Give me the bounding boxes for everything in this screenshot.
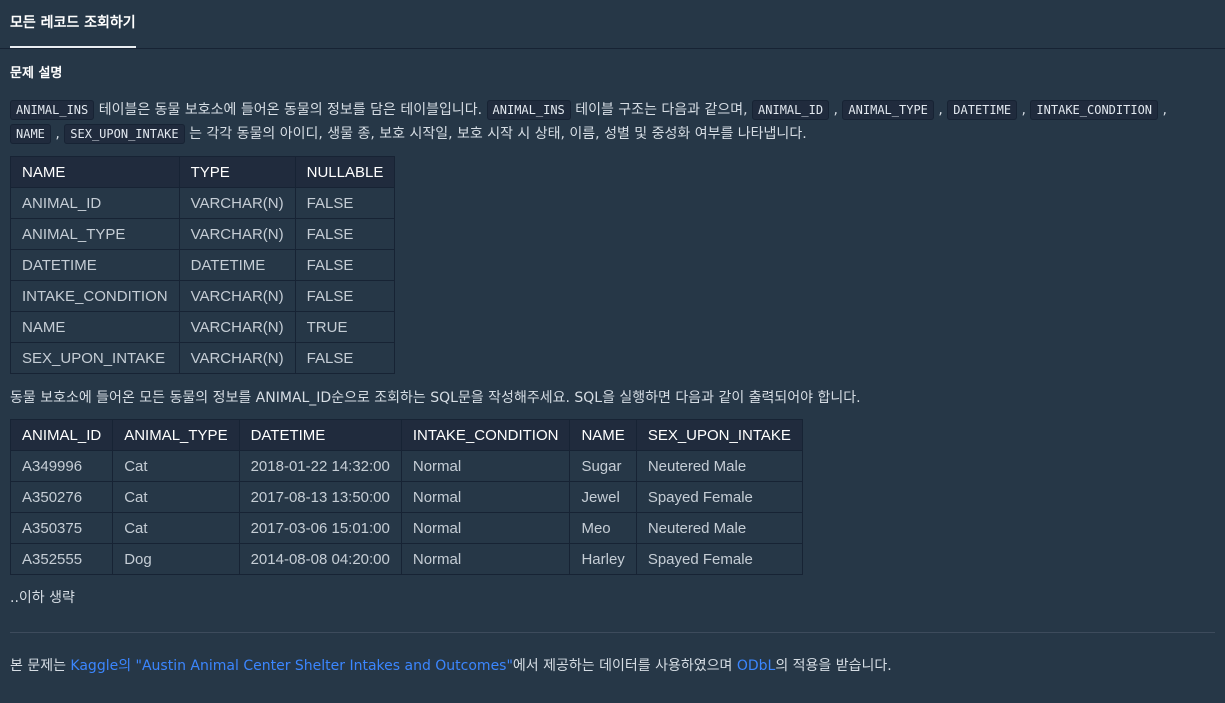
schema-row: DATETIME DATETIME FALSE — [10, 249, 396, 281]
code-intake-condition: INTAKE_CONDITION — [1030, 100, 1159, 120]
desc-text-2: 테이블 구조는 다음과 같으며, — [570, 102, 753, 118]
result-cell: 2014-08-08 04:20:00 — [238, 543, 402, 575]
schema-cell: FALSE — [294, 342, 396, 374]
schema-header-row: NAME TYPE NULLABLE — [10, 156, 396, 188]
result-cell: 2017-03-06 15:01:00 — [238, 512, 402, 544]
odbl-link[interactable]: ODbL — [737, 658, 776, 674]
schema-body: ANIMAL_ID VARCHAR(N) FALSE ANIMAL_TYPE VARCH… — [10, 187, 396, 374]
schema-row: SEX_UPON_INTAKE VARCHAR(N) FALSE — [10, 342, 396, 374]
desc-sep: , — [1017, 102, 1031, 118]
schema-cell: INTAKE_CONDITION — [10, 280, 180, 312]
desc-sep: , — [50, 126, 65, 142]
schema-table: NAME TYPE NULLABLE ANIMAL_ID VARCHAR(N) FA… — [10, 156, 396, 374]
problem-content: 문제 설명 ANIMAL_INS 테이블은 동물 보호소에 들어온 동물의 정보… — [0, 64, 1225, 676]
schema-cell: TRUE — [294, 311, 396, 343]
schema-cell: FALSE — [294, 280, 396, 312]
result-cell: Spayed Female — [635, 481, 803, 513]
result-cell: Cat — [112, 481, 240, 513]
footer-suffix: 의 적용을 받습니다. — [775, 658, 892, 674]
footer-license: 본 문제는 Kaggle의 "Austin Animal Center Shel… — [10, 656, 1215, 676]
result-cell: Cat — [112, 450, 240, 482]
kaggle-link[interactable]: Kaggle의 "Austin Animal Center Shelter In… — [70, 658, 513, 674]
desc-text-1: 테이블은 동물 보호소에 들어온 동물의 정보를 담은 테이블입니다. — [94, 102, 487, 118]
result-header-cell: NAME — [569, 419, 637, 451]
schema-cell: DATETIME — [10, 249, 180, 281]
schema-cell: ANIMAL_TYPE — [10, 218, 180, 250]
result-row: A352555 Dog 2014-08-08 04:20:00 Normal Harle… — [9, 543, 803, 575]
code-animal-id: ANIMAL_ID — [752, 100, 830, 120]
schema-cell: FALSE — [294, 249, 396, 281]
result-header-cell: INTAKE_CONDITION — [400, 419, 571, 451]
schema-cell: DATETIME — [178, 249, 296, 281]
result-cell: 2018-01-22 14:32:00 — [238, 450, 402, 482]
result-cell: Normal — [400, 481, 571, 513]
result-cell: Neutered Male — [635, 450, 803, 482]
result-cell: Dog — [112, 543, 240, 575]
desc-sep: , — [933, 102, 948, 118]
schema-header-cell: NULLABLE — [294, 156, 396, 188]
schema-header-cell: NAME — [10, 156, 180, 188]
footer-middle: 에서 제공하는 데이터를 사용하였으며 — [512, 658, 737, 674]
result-cell: Normal — [400, 543, 571, 575]
schema-cell: VARCHAR(N) — [178, 218, 296, 250]
result-header-row: ANIMAL_ID ANIMAL_TYPE DATETIME INTAKE_CO… — [9, 419, 803, 451]
schema-cell: VARCHAR(N) — [178, 280, 296, 312]
code-animal-ins: ANIMAL_INS — [10, 100, 95, 120]
result-cell: Normal — [400, 450, 571, 482]
desc-sep: , — [829, 102, 843, 118]
result-header-cell: DATETIME — [238, 419, 402, 451]
schema-cell: FALSE — [294, 218, 396, 250]
code-datetime: DATETIME — [947, 100, 1018, 120]
code-name: NAME — [10, 124, 51, 144]
problem-description: ANIMAL_INS 테이블은 동물 보호소에 들어온 동물의 정보를 담은 테… — [10, 98, 1215, 146]
result-row: A349996 Cat 2018-01-22 14:32:00 Normal Sugar… — [9, 450, 803, 482]
result-cell: Jewel — [569, 481, 637, 513]
result-cell: 2017-08-13 13:50:00 — [238, 481, 402, 513]
question-text: 동물 보호소에 들어온 모든 동물의 정보를 ANIMAL_ID순으로 조회하는… — [10, 390, 861, 406]
result-header-cell: SEX_UPON_INTAKE — [635, 419, 803, 451]
result-header-cell: ANIMAL_ID — [9, 419, 114, 451]
result-cell: Sugar — [569, 450, 637, 482]
schema-row: NAME VARCHAR(N) TRUE — [10, 311, 396, 343]
result-cell: Spayed Female — [635, 543, 803, 575]
schema-cell: VARCHAR(N) — [178, 342, 296, 374]
result-cell: A350276 — [9, 481, 114, 513]
result-cell: A350375 — [9, 512, 114, 544]
schema-cell: NAME — [10, 311, 180, 343]
code-animal-type: ANIMAL_TYPE — [842, 100, 934, 120]
desc-text-3: 는 각각 동물의 아이디, 생물 종, 보호 시작일, 보호 시작 시 상태, … — [184, 126, 807, 142]
section-title: 문제 설명 — [10, 66, 63, 81]
tab-problem-title[interactable]: 모든 레코드 조회하기 — [10, 0, 136, 48]
footer-prefix: 본 문제는 — [10, 658, 71, 674]
result-cell: Meo — [569, 512, 637, 544]
code-animal-ins-2: ANIMAL_INS — [486, 100, 571, 120]
result-cell: Neutered Male — [635, 512, 803, 544]
schema-row: ANIMAL_TYPE VARCHAR(N) FALSE — [10, 218, 396, 250]
divider — [10, 632, 1215, 633]
schema-cell: VARCHAR(N) — [178, 187, 296, 219]
result-cell: Harley — [569, 543, 637, 575]
result-table: ANIMAL_ID ANIMAL_TYPE DATETIME INTAKE_CO… — [9, 419, 803, 575]
result-cell: A349996 — [9, 450, 114, 482]
schema-cell: VARCHAR(N) — [178, 311, 296, 343]
schema-cell: ANIMAL_ID — [10, 187, 180, 219]
omitted-note: ..이하 생략 — [10, 590, 75, 606]
tab-bar: 모든 레코드 조회하기 — [0, 0, 1225, 49]
result-row: A350276 Cat 2017-08-13 13:50:00 Normal Jewel… — [9, 481, 803, 513]
result-header-cell: ANIMAL_TYPE — [112, 419, 240, 451]
schema-row: ANIMAL_ID VARCHAR(N) FALSE — [10, 187, 396, 219]
result-body: A349996 Cat 2018-01-22 14:32:00 Normal Sugar… — [9, 450, 803, 575]
schema-cell: SEX_UPON_INTAKE — [10, 342, 180, 374]
schema-header-cell: TYPE — [178, 156, 296, 188]
result-row: A350375 Cat 2017-03-06 15:01:00 Normal Meo Ne… — [9, 512, 803, 544]
schema-cell: FALSE — [294, 187, 396, 219]
schema-row: INTAKE_CONDITION VARCHAR(N) FALSE — [10, 280, 396, 312]
result-cell: Normal — [400, 512, 571, 544]
result-cell: Cat — [112, 512, 240, 544]
code-sex-upon-intake: SEX_UPON_INTAKE — [64, 124, 185, 144]
result-cell: A352555 — [9, 543, 114, 575]
desc-sep: , — [1158, 102, 1167, 118]
